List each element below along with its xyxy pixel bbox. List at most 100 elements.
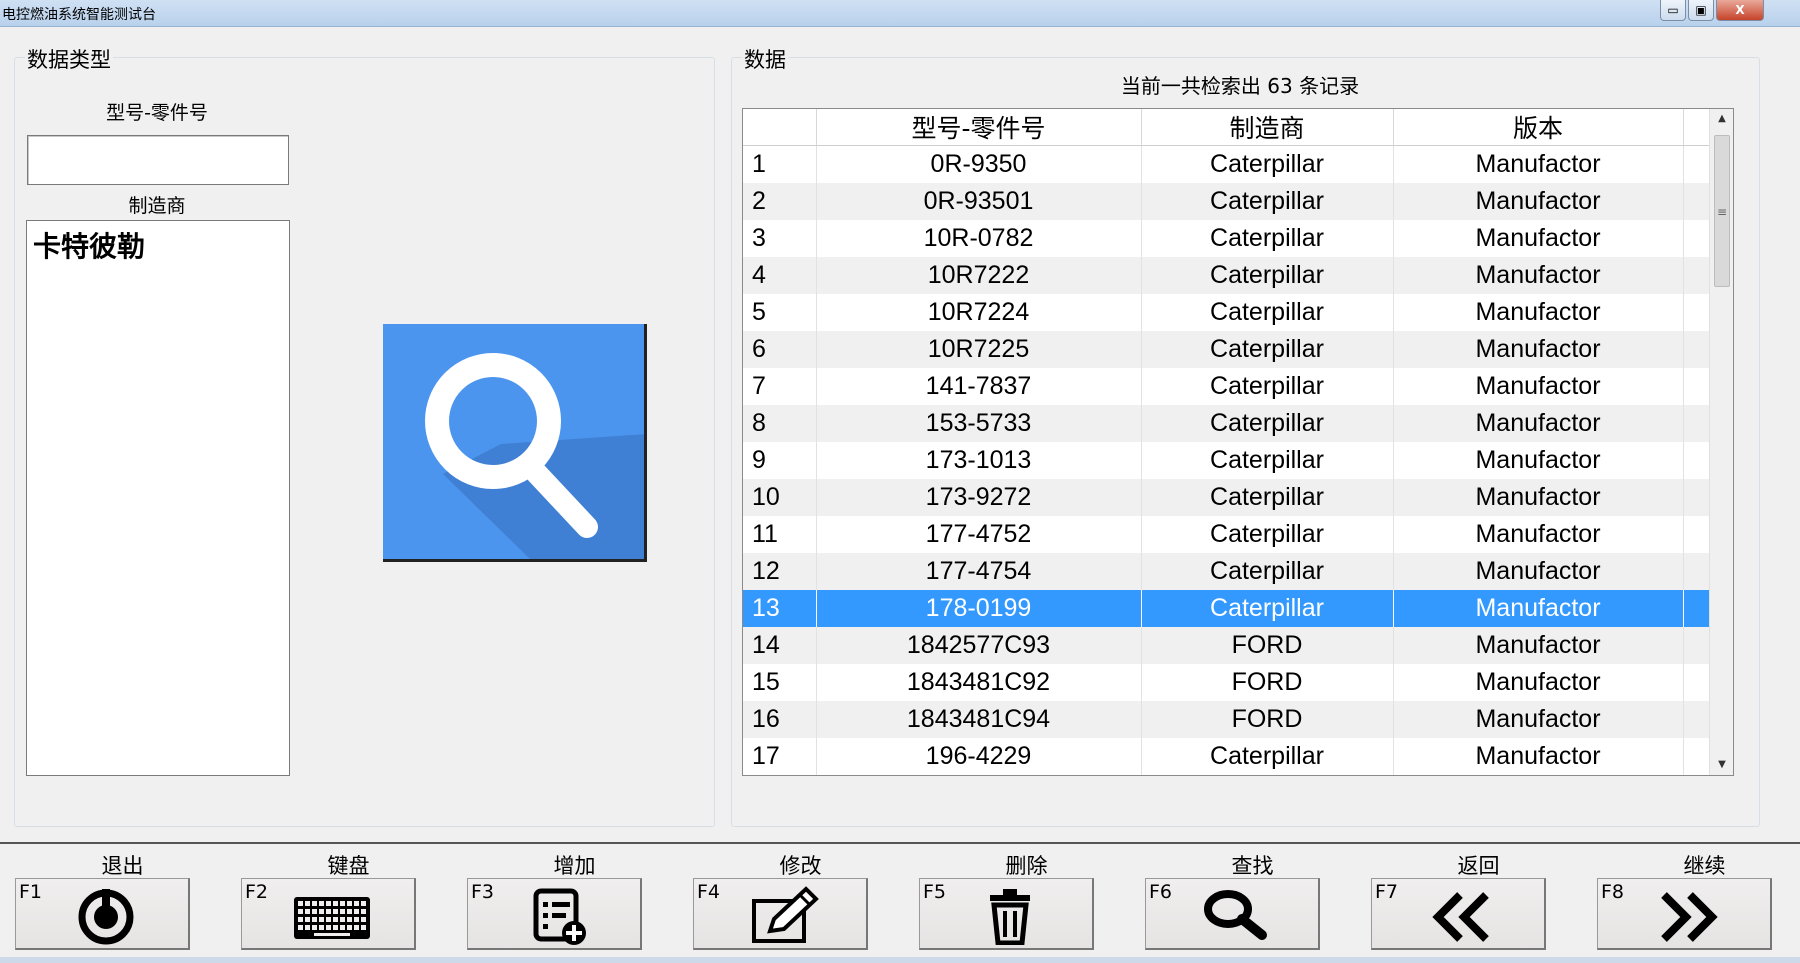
row-version: Manufactor [1393, 478, 1684, 516]
title-bar: 电控燃油系统智能测试台 ▭ ▣ X [0, 0, 1800, 27]
table-header: 型号-零件号 制造商 版本 [743, 109, 1709, 146]
row-index: 12 [743, 552, 817, 590]
row-model: 10R-0782 [816, 219, 1142, 257]
model-input[interactable] [27, 135, 289, 185]
fkey-label: 退出 [101, 854, 144, 878]
fkey-number: F1 [19, 881, 43, 903]
manufacturer-list[interactable]: 卡特彼勒 [26, 220, 290, 776]
table-row[interactable]: 16 1843481C94 FORD Manufactor [743, 700, 1709, 738]
row-model: 0R-93501 [816, 182, 1142, 220]
window-title: 电控燃油系统智能测试台 [2, 7, 156, 23]
row-index: 2 [743, 182, 817, 220]
row-model: 173-9272 [816, 478, 1142, 516]
row-manufacturer: Caterpillar [1141, 737, 1394, 775]
table-row[interactable]: 15 1843481C92 FORD Manufactor [743, 663, 1709, 701]
row-model: 178-0199 [816, 589, 1142, 627]
data-table-container[interactable]: 型号-零件号 制造商 版本 1 0R-9350 Caterpillar Manufac… [742, 108, 1734, 776]
fkey-number: F8 [1601, 881, 1625, 903]
table-row[interactable]: 10 173-9272 Caterpillar Manufactor [743, 478, 1709, 516]
table-row[interactable]: 11 177-4752 Caterpillar Manufactor [743, 515, 1709, 553]
row-index: 15 [743, 663, 817, 701]
data-legend: 数据 [742, 44, 788, 74]
table-row[interactable]: 6 10R7225 Caterpillar Manufactor [743, 330, 1709, 368]
row-manufacturer: Caterpillar [1141, 552, 1394, 590]
row-version: Manufactor [1393, 700, 1684, 738]
row-index: 16 [743, 700, 817, 738]
close-button[interactable]: X [1716, 0, 1764, 21]
table-row[interactable]: 14 1842577C93 FORD Manufactor [743, 626, 1709, 664]
col-version-header[interactable]: 版本 [1393, 109, 1684, 146]
row-index: 9 [743, 441, 817, 479]
f8-button[interactable]: F8 [1597, 878, 1772, 950]
double-left-icon [1432, 892, 1489, 942]
data-type-legend: 数据类型 [25, 44, 113, 74]
scroll-down-icon[interactable]: ▼ [1710, 755, 1733, 775]
f7-button[interactable]: F7 [1371, 878, 1546, 950]
fkey-label: 删除 [1005, 854, 1048, 878]
double-right-icon [1661, 892, 1718, 942]
table-row[interactable]: 13 178-0199 Caterpillar Manufactor [743, 589, 1709, 627]
table-row[interactable]: 7 141-7837 Caterpillar Manufactor [743, 367, 1709, 405]
row-index: 7 [743, 367, 817, 405]
search-button[interactable] [383, 324, 647, 562]
f2-button[interactable]: F2 [241, 878, 416, 950]
row-index: 14 [743, 626, 817, 664]
fkey-label: 查找 [1231, 854, 1274, 878]
scroll-thumb[interactable]: ≡ [1714, 135, 1730, 287]
row-index: 1 [743, 145, 817, 183]
table-row[interactable]: 1 0R-9350 Caterpillar Manufactor [743, 145, 1709, 183]
col-index-header[interactable] [743, 109, 817, 146]
table-row[interactable]: 17 196-4229 Caterpillar Manufactor [743, 737, 1709, 775]
add-list-icon [533, 888, 586, 945]
row-model: 177-4754 [816, 552, 1142, 590]
row-model: 173-1013 [816, 441, 1142, 479]
manufacturer-label: 制造商 [128, 195, 186, 217]
row-version: Manufactor [1393, 515, 1684, 553]
maximize-icon: ▣ [1695, 3, 1707, 17]
fkey-number: F5 [923, 881, 947, 903]
table-row[interactable]: 4 10R7222 Caterpillar Manufactor [743, 256, 1709, 294]
minimize-button[interactable]: ▭ [1660, 0, 1686, 21]
table-row[interactable]: 9 173-1013 Caterpillar Manufactor [743, 441, 1709, 479]
manufacturer-item[interactable]: 卡特彼勒 [27, 221, 289, 269]
row-index: 17 [743, 737, 817, 775]
row-model: 1842577C93 [816, 626, 1142, 664]
table-row[interactable]: 3 10R-0782 Caterpillar Manufactor [743, 219, 1709, 257]
bottom-strip [0, 957, 1800, 963]
table-row[interactable]: 5 10R7224 Caterpillar Manufactor [743, 293, 1709, 331]
table-row[interactable]: 12 177-4754 Caterpillar Manufactor [743, 552, 1709, 590]
row-index: 4 [743, 256, 817, 294]
f4-button[interactable]: F4 [693, 878, 868, 950]
f5-button[interactable]: F5 [919, 878, 1094, 950]
col-manufacturer-header[interactable]: 制造商 [1141, 109, 1394, 146]
scroll-up-icon[interactable]: ▲ [1710, 109, 1733, 129]
table-row[interactable]: 8 153-5733 Caterpillar Manufactor [743, 404, 1709, 442]
vertical-scrollbar[interactable]: ▲ ≡ ▼ [1709, 109, 1733, 775]
row-version: Manufactor [1393, 626, 1684, 664]
row-index: 10 [743, 478, 817, 516]
minimize-icon: ▭ [1667, 3, 1679, 17]
row-model: 1843481C94 [816, 700, 1142, 738]
row-manufacturer: Caterpillar [1141, 367, 1394, 405]
f3-button[interactable]: F3 [467, 878, 642, 950]
fkey-label: 增加 [553, 854, 596, 878]
row-version: Manufactor [1393, 367, 1684, 405]
table-row[interactable]: 2 0R-93501 Caterpillar Manufactor [743, 182, 1709, 220]
row-version: Manufactor [1393, 404, 1684, 442]
row-version: Manufactor [1393, 552, 1684, 590]
fkey-label: 返回 [1457, 854, 1500, 878]
edit-icon [752, 886, 819, 943]
row-version: Manufactor [1393, 737, 1684, 775]
row-model: 10R7224 [816, 293, 1142, 331]
keyboard-icon [294, 897, 370, 939]
row-manufacturer: Caterpillar [1141, 182, 1394, 220]
f6-button[interactable]: F6 [1145, 878, 1320, 950]
maximize-button[interactable]: ▣ [1688, 0, 1714, 21]
search-icon [425, 353, 644, 559]
row-index: 6 [743, 330, 817, 368]
row-model: 196-4229 [816, 737, 1142, 775]
row-model: 10R7222 [816, 256, 1142, 294]
f1-button[interactable]: F1 [15, 878, 190, 950]
row-index: 8 [743, 404, 817, 442]
col-model-header[interactable]: 型号-零件号 [816, 109, 1142, 146]
